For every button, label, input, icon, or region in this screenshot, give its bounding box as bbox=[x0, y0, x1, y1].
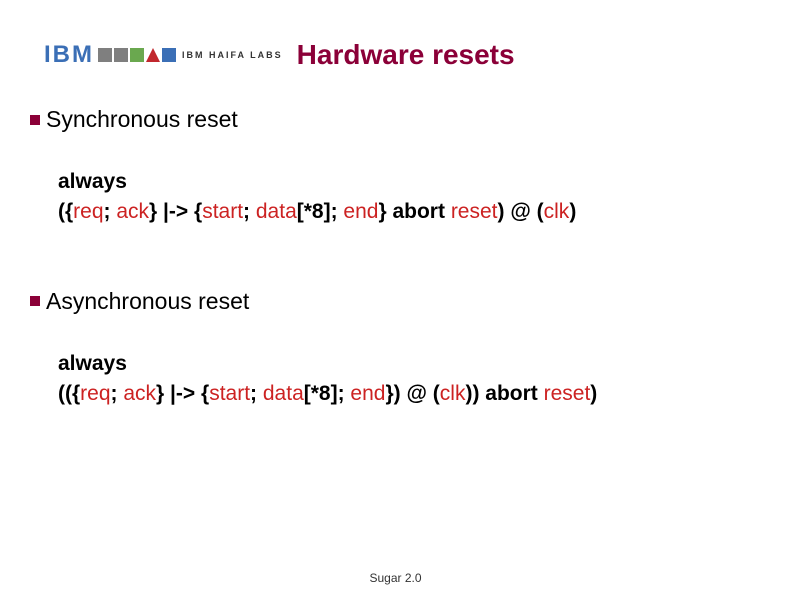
identifier: data bbox=[256, 200, 297, 223]
keyword: [*8]; bbox=[304, 382, 351, 405]
identifier: reset bbox=[451, 200, 498, 223]
heading-text: Asynchronous reset bbox=[46, 288, 249, 315]
keyword: ; bbox=[104, 200, 117, 223]
ibm-logo: IBM bbox=[44, 47, 94, 64]
square-icon bbox=[162, 48, 176, 62]
keyword: ; bbox=[243, 200, 256, 223]
identifier: start bbox=[209, 382, 250, 405]
bullet-icon bbox=[30, 115, 40, 125]
identifier: data bbox=[263, 382, 304, 405]
keyword: }) @ ( bbox=[385, 382, 439, 405]
keyword: [*8]; bbox=[297, 200, 344, 223]
header: IBM IBM HAIFA LABS Hardware resets bbox=[44, 38, 761, 72]
identifier: end bbox=[350, 382, 385, 405]
code-line: ({req; ack} |-> {start; data[*8]; end} a… bbox=[58, 197, 761, 227]
heading-text: Synchronous reset bbox=[46, 106, 238, 133]
identifier: req bbox=[73, 200, 103, 223]
identifier: ack bbox=[116, 200, 149, 223]
keyword: ({ bbox=[58, 200, 73, 223]
identifier: end bbox=[343, 200, 378, 223]
identifier: clk bbox=[544, 200, 570, 223]
keyword: always bbox=[58, 352, 127, 375]
keyword: ) @ ( bbox=[498, 200, 544, 223]
keyword: } |-> { bbox=[149, 200, 202, 223]
code-block-1: always ({req; ack} |-> {start; data[*8]; … bbox=[58, 167, 761, 228]
keyword: ; bbox=[111, 382, 124, 405]
triangle-icon bbox=[146, 48, 160, 62]
square-icon bbox=[98, 48, 112, 62]
code-line: always bbox=[58, 167, 761, 197]
identifier: ack bbox=[123, 382, 156, 405]
haifa-labs-label: IBM HAIFA LABS bbox=[182, 50, 283, 60]
keyword: ) bbox=[569, 200, 576, 223]
identifier: reset bbox=[544, 382, 591, 405]
section-heading-1: Synchronous reset bbox=[30, 106, 761, 133]
identifier: start bbox=[202, 200, 243, 223]
identifier: req bbox=[80, 382, 110, 405]
haifa-labs-icons bbox=[98, 48, 176, 62]
code-line: always bbox=[58, 349, 761, 379]
identifier: clk bbox=[440, 382, 466, 405]
keyword: always bbox=[58, 170, 127, 193]
footer-text: Sugar 2.0 bbox=[0, 571, 791, 585]
square-icon bbox=[114, 48, 128, 62]
bullet-icon bbox=[30, 296, 40, 306]
slide-title: Hardware resets bbox=[297, 39, 515, 71]
keyword: (({ bbox=[58, 382, 80, 405]
code-line: (({req; ack} |-> {start; data[*8]; end})… bbox=[58, 379, 761, 409]
keyword: ) bbox=[590, 382, 597, 405]
content-area: Synchronous reset always({req; ack} |-> … bbox=[30, 106, 761, 470]
keyword: )) abort bbox=[465, 382, 543, 405]
code-block-2: always (({req; ack} |-> {start; data[*8];… bbox=[58, 349, 761, 410]
keyword: } abort bbox=[378, 200, 450, 223]
section-heading-2: Asynchronous reset bbox=[30, 288, 761, 315]
keyword: ; bbox=[250, 382, 263, 405]
keyword: } |-> { bbox=[156, 382, 209, 405]
circle-icon bbox=[130, 48, 144, 62]
